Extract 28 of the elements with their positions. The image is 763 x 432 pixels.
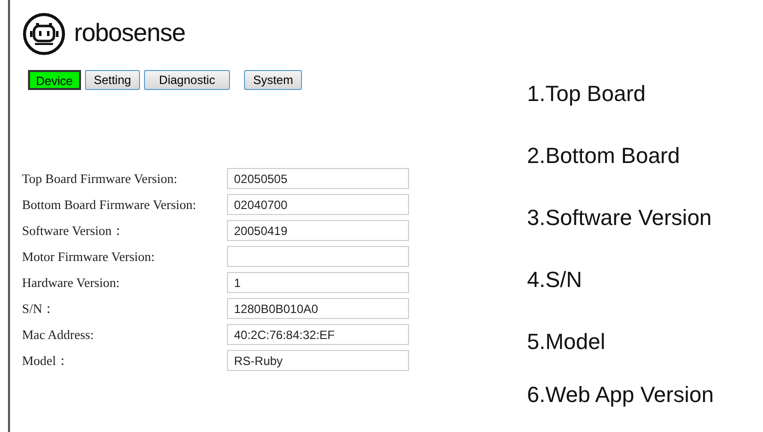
input-field[interactable]: 02050505	[227, 168, 409, 189]
input-field[interactable]: 1	[227, 272, 409, 293]
field-label: Model：	[22, 352, 70, 370]
tab[interactable]: Setting	[84, 70, 140, 90]
input-field[interactable]: RS-Ruby	[227, 350, 409, 371]
robot-logo-icon	[22, 12, 66, 56]
input-field[interactable]	[227, 246, 409, 267]
field-label: Software Version：	[22, 222, 126, 240]
input-field[interactable]: 40:2C:76:84:32:EF	[227, 324, 409, 345]
tab[interactable]: Device	[28, 70, 81, 90]
tab[interactable]: Diagnostic	[144, 70, 230, 90]
annotation-text: 3.Software Version	[527, 205, 713, 231]
annotation-text: 2.Bottom Board	[527, 143, 681, 169]
field-label: Top Board Firmware Version:	[22, 170, 178, 188]
field-label: Bottom Board Firmware Version:	[22, 196, 198, 214]
field-label: Mac Address:	[22, 326, 95, 344]
annotation-text: 6.Web App Version	[527, 382, 714, 408]
annotation-text: 1.Top Board	[527, 81, 647, 107]
field-label: Hardware Version:	[22, 274, 121, 292]
field-label: Motor Firmware Version:	[22, 248, 156, 266]
tab[interactable]: System	[244, 70, 302, 90]
input-field[interactable]: 02040700	[227, 194, 409, 215]
annotation-text: 5.Model	[527, 329, 606, 355]
annotation-text: 4.S/N	[527, 267, 584, 293]
input-field[interactable]: 20050419	[227, 220, 409, 241]
field-label: S/N：	[22, 300, 56, 318]
brand-logo-text: robosense	[74, 18, 186, 50]
input-field[interactable]: 1280B0B010A0	[227, 298, 409, 319]
